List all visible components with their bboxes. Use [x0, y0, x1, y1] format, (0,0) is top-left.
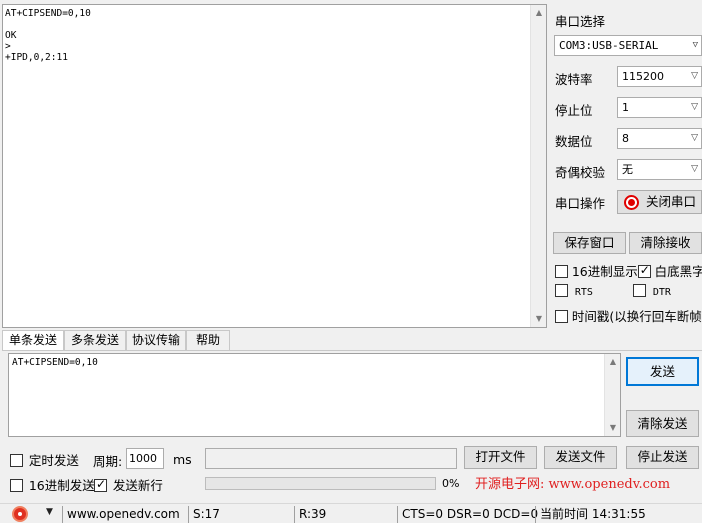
timed-send-option: 定时发送	[10, 450, 79, 469]
send-file-button[interactable]: 发送文件	[544, 446, 617, 469]
hex-send-label: 16进制发送	[28, 478, 95, 493]
chevron-down-icon: ▽	[691, 133, 698, 143]
file-path-input[interactable]	[205, 448, 457, 469]
send-button[interactable]: 发送	[626, 357, 699, 386]
data-bits-value: 8	[622, 132, 629, 145]
rts-label: RTS	[574, 287, 593, 298]
baud-value: 115200	[622, 70, 664, 83]
clear-receive-button[interactable]: 清除接收	[629, 232, 702, 254]
send-scrollbar[interactable]: ▲ ▼	[604, 354, 620, 436]
progress-percent: 0%	[442, 477, 460, 490]
port-select[interactable]: COM3:USB-SERIAL ▽	[554, 35, 702, 56]
newline-label: 发送新行	[112, 478, 163, 493]
hex-send-checkbox[interactable]	[10, 479, 23, 492]
tab-help[interactable]: 帮助	[186, 330, 230, 350]
white-bg-checkbox[interactable]	[637, 263, 651, 278]
scroll-up-icon[interactable]: ▲	[531, 5, 547, 21]
receive-text: AT+CIPSEND=0,10 OK > +IPD,0,2:11	[5, 8, 91, 63]
port-operation-label: 串口操作	[555, 196, 606, 211]
chevron-down-icon: ▽	[691, 71, 698, 81]
status-sent: S:17	[188, 506, 292, 523]
dtr-label: DTR	[652, 287, 671, 298]
scroll-up-icon[interactable]: ▲	[605, 354, 621, 370]
close-port-button[interactable]: 关闭串口	[617, 190, 702, 214]
parity-select[interactable]: 无 ▽	[617, 159, 702, 180]
timed-send-label: 定时发送	[28, 453, 79, 468]
status-bar: ▼ www.openedv.com S:17 R:39 CTS=0 DSR=0 …	[0, 503, 702, 523]
baud-select[interactable]: 115200 ▽	[617, 66, 702, 87]
stop-bits-select[interactable]: 1 ▽	[617, 97, 702, 118]
rts-checkbox[interactable]	[555, 284, 568, 297]
baud-label: 波特率	[555, 72, 593, 87]
dropdown-arrow-icon[interactable]: ▼	[46, 507, 53, 517]
brand-label: 开源电子网: www.openedv.com	[475, 477, 671, 492]
tab-single-send[interactable]: 单条发送	[2, 330, 64, 350]
chevron-down-icon: ▽	[691, 164, 698, 174]
brand-text: 开源电子网: www.openedv.com	[475, 473, 670, 492]
receive-scrollbar[interactable]: ▲ ▼	[530, 5, 546, 327]
scroll-down-icon[interactable]: ▼	[605, 420, 621, 436]
chevron-down-icon: ▽	[692, 40, 698, 50]
stop-bits-label: 停止位	[555, 103, 593, 118]
period-input[interactable]: 1000	[126, 448, 164, 469]
status-received: R:39	[294, 506, 396, 523]
period-label: 周期:	[93, 454, 123, 469]
stop-bits-value: 1	[622, 101, 629, 114]
save-window-button[interactable]: 保存窗口	[553, 232, 626, 254]
close-port-label: 关闭串口	[646, 194, 697, 209]
parity-value: 无	[622, 163, 633, 176]
rts-option: RTS	[555, 284, 593, 298]
timestamp-option: 时间戳(以换行回车断帧)	[555, 306, 702, 325]
status-lines: CTS=0 DSR=0 DCD=0	[397, 506, 538, 523]
clear-send-button[interactable]: 清除发送	[626, 410, 699, 437]
data-bits-label: 数据位	[555, 134, 593, 149]
dtr-option: DTR	[633, 284, 671, 298]
send-textarea[interactable]: AT+CIPSEND=0,10 ▲ ▼	[8, 353, 621, 437]
display-options-row: 16进制显示 白底黑字	[555, 261, 702, 280]
data-bits-select[interactable]: 8 ▽	[617, 128, 702, 149]
timestamp-checkbox[interactable]	[555, 310, 568, 323]
serial-select-label: 串口选择	[555, 14, 606, 29]
tab-protocol[interactable]: 协议传输	[126, 330, 186, 350]
hex-display-checkbox[interactable]	[555, 265, 568, 278]
timed-send-checkbox[interactable]	[10, 454, 23, 467]
settings-icon[interactable]	[12, 506, 28, 522]
scroll-down-icon[interactable]: ▼	[531, 311, 547, 327]
white-bg-label: 白底黑字	[654, 264, 702, 279]
stop-send-button[interactable]: 停止发送	[626, 446, 699, 469]
parity-label: 奇偶校验	[555, 165, 606, 180]
timestamp-label: 时间戳(以换行回车断帧)	[571, 309, 702, 324]
record-icon	[624, 195, 639, 210]
period-unit: ms	[173, 452, 192, 467]
send-text: AT+CIPSEND=0,10	[12, 357, 98, 368]
status-url[interactable]: www.openedv.com	[62, 506, 186, 523]
dtr-checkbox[interactable]	[633, 284, 646, 297]
newline-option: 发送新行	[94, 475, 163, 494]
send-progress-bar	[205, 477, 436, 490]
receive-textarea[interactable]: AT+CIPSEND=0,10 OK > +IPD,0,2:11 ▲ ▼	[2, 4, 547, 328]
open-file-button[interactable]: 打开文件	[464, 446, 537, 469]
hex-display-label: 16进制显示	[571, 264, 638, 279]
hex-send-option: 16进制发送	[10, 475, 95, 494]
newline-checkbox[interactable]	[94, 477, 107, 492]
tab-multi-send[interactable]: 多条发送	[64, 330, 126, 350]
port-value: COM3:USB-SERIAL	[559, 39, 659, 52]
chevron-down-icon: ▽	[691, 102, 698, 112]
status-time: 当前时间 14:31:55	[535, 506, 702, 523]
